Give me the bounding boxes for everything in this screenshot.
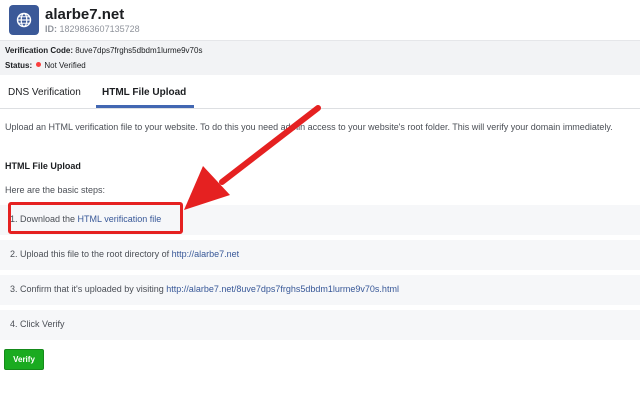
annotation-arrow-icon [184,105,321,210]
verify-button[interactable]: Verify [4,349,44,370]
